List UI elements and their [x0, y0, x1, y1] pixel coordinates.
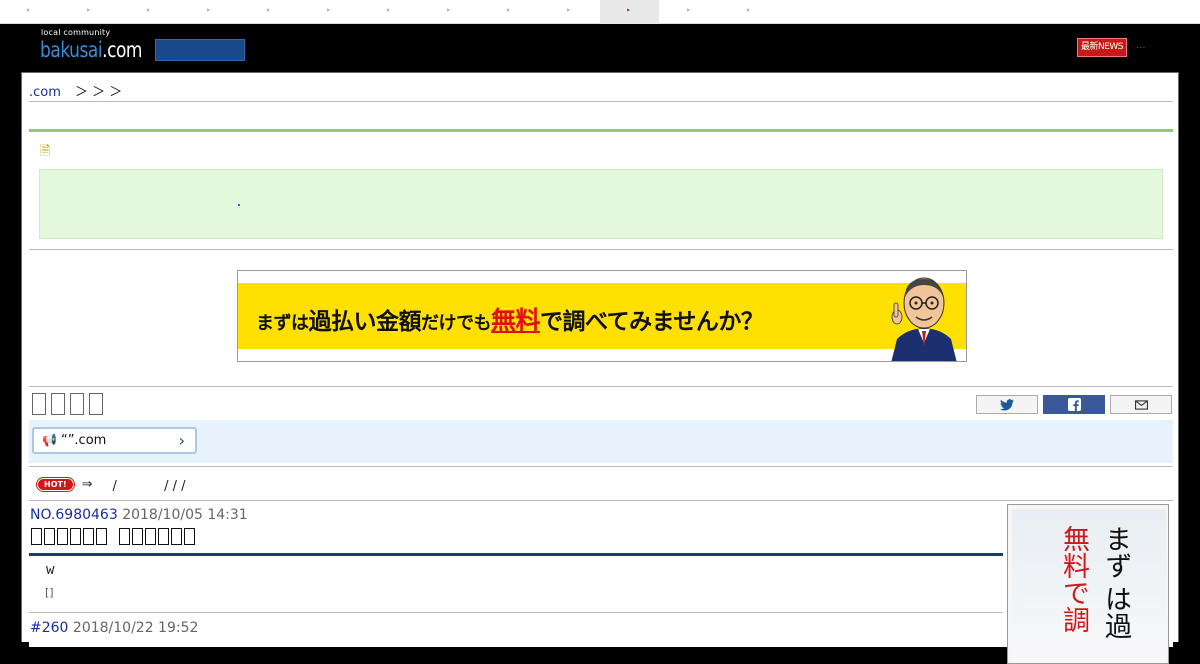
- nav-tick-2[interactable]: ‣: [86, 7, 91, 15]
- nav-tick-3[interactable]: ‣: [146, 7, 151, 15]
- side-ad-text-3: 無料で調: [1058, 525, 1089, 633]
- document-icon: 🗎: [40, 144, 51, 159]
- post-body: w: [46, 562, 55, 578]
- reply-datetime: 2018/10/22 19:52: [72, 620, 199, 636]
- divider: [29, 101, 1173, 102]
- notice-text: “”.com: [60, 433, 107, 448]
- side-ad-text-1: まず: [1100, 525, 1131, 579]
- lawyer-illustration-icon: [891, 277, 957, 361]
- divider: [29, 386, 1173, 387]
- nav-tick-13[interactable]: ‣: [746, 7, 751, 15]
- main-content-frame: .com ＞ ＞ ＞ 🗎 まずは過払い金額だけでも無料で調べてみませんか？ 📢 …: [21, 72, 1179, 664]
- nav-tick-10[interactable]: ‣: [566, 7, 571, 15]
- site-logo[interactable]: bakusai.com: [40, 38, 142, 62]
- reply-number[interactable]: #260: [30, 620, 68, 636]
- facebook-share-button[interactable]: [1043, 395, 1105, 414]
- ad-banner-text: まずは過払い金額だけでも無料で調べてみませんか？: [256, 301, 764, 337]
- thread-title: [32, 393, 103, 415]
- logo-brand: bakusai: [40, 38, 103, 62]
- ad-text-free: 無料: [491, 306, 541, 335]
- side-ad-text-2: は過: [1100, 585, 1131, 639]
- latest-news-badge[interactable]: 最新NEWS: [1077, 38, 1127, 57]
- hot-badge: HOT!: [37, 477, 74, 491]
- ad-text-2: 過払い金額: [308, 309, 422, 335]
- nav-tick-11[interactable]: ‣: [626, 7, 631, 15]
- news-more-link[interactable]: ...: [1136, 40, 1146, 51]
- post-datetime: 2018/10/05 14:31: [122, 507, 248, 523]
- reply-meta: #260 2018/10/22 19:52: [30, 620, 198, 636]
- nav-tick-4[interactable]: ‣: [206, 7, 211, 15]
- top-navigation-bar: ‣ ‣ ‣ ‣ ‣ ‣ ‣ ‣ ‣ ‣ ‣ ‣ ‣: [0, 0, 1200, 24]
- ad-text-3: だけでも: [421, 313, 492, 334]
- divider: [29, 466, 1173, 467]
- email-share-button[interactable]: [1110, 395, 1172, 414]
- side-ad[interactable]: まず は過 無料で調: [1007, 504, 1169, 664]
- notice-button[interactable]: 📢 “”.com ›: [32, 427, 197, 454]
- mail-icon: [1134, 399, 1148, 410]
- post-meta: NO.6980463 2018/10/05 14:31: [30, 507, 248, 523]
- divider: [29, 612, 1003, 613]
- divider: [29, 500, 1173, 501]
- megaphone-icon: 📢: [42, 433, 57, 447]
- section-accent-line: [29, 129, 1173, 132]
- breadcrumb-separators: ＞ ＞ ＞: [75, 85, 123, 100]
- post-number[interactable]: NO.6980463: [30, 507, 118, 523]
- ad-text-5: で調べてみませんか？: [540, 309, 764, 335]
- ad-text-1: まずは: [256, 313, 309, 334]
- nav-tick-6[interactable]: ‣: [326, 7, 331, 15]
- twitter-share-button[interactable]: [976, 395, 1038, 414]
- main-content: .com ＞ ＞ ＞ 🗎 まずは過払い金額だけでも無料で調べてみませんか？ 📢 …: [29, 77, 1173, 664]
- chevron-right-icon: ›: [178, 431, 185, 450]
- notice-bar: 📢 “”.com ›: [29, 420, 1173, 463]
- logo-tagline: local community: [41, 28, 111, 37]
- ad-banner[interactable]: まずは過払い金額だけでも無料で調べてみませんか？: [237, 270, 967, 362]
- twitter-icon: [1000, 398, 1014, 411]
- nav-tick-12[interactable]: ‣: [686, 7, 691, 15]
- arrow-right-icon: ⇒: [81, 476, 93, 492]
- breadcrumb-home-link[interactable]: .com: [29, 85, 61, 100]
- post-title-underline: [29, 553, 1003, 556]
- facebook-icon: [1067, 398, 1081, 411]
- info-dot: [238, 204, 240, 206]
- divider: [29, 249, 1173, 250]
- nav-tick-7[interactable]: ‣: [386, 7, 391, 15]
- nav-tick-5[interactable]: ‣: [266, 7, 271, 15]
- hot-topic-links[interactable]: / / / /: [113, 475, 186, 494]
- hot-topics-row: HOT! ⇒ / / / /: [37, 475, 186, 494]
- post-title: [31, 528, 195, 545]
- post-reply-link[interactable]: []: [45, 586, 54, 599]
- logo-dotcom: .com: [102, 38, 143, 62]
- site-header: local community bakusai.com 最新NEWS ...: [0, 24, 1200, 72]
- nav-tick-1[interactable]: ‣: [26, 7, 31, 15]
- breadcrumb: .com ＞ ＞ ＞: [29, 81, 122, 101]
- header-search-box[interactable]: [155, 39, 245, 61]
- nav-tick-9[interactable]: ‣: [506, 7, 511, 15]
- thread-info-box: [39, 169, 1163, 239]
- side-ad-background: まず は過 無料で調: [1012, 509, 1166, 663]
- nav-tick-8[interactable]: ‣: [446, 7, 451, 15]
